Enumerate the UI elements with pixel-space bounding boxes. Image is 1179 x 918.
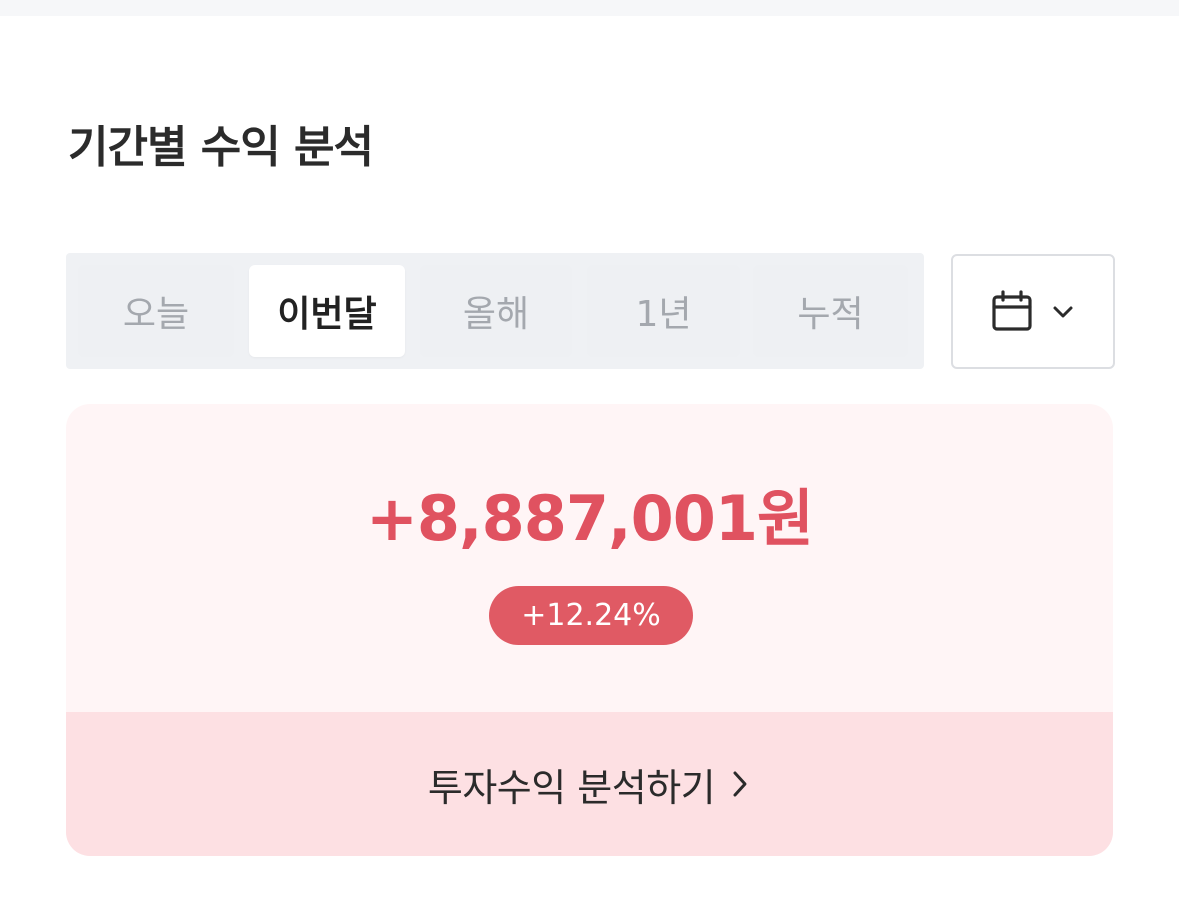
profit-summary-card: +8,887,001원 +12.24% 투자수익 분석하기 [66,404,1113,856]
date-range-button[interactable] [951,254,1115,369]
tab-this-year[interactable]: 올해 [420,265,572,357]
page: 기간별 수익 분석 오늘 이번달 올해 1년 누적 +8,887,001원 +1… [0,0,1179,918]
section-title: 기간별 수익 분석 [68,122,374,173]
tab-one-year[interactable]: 1년 [587,265,740,357]
tab-cumulative[interactable]: 누적 [753,265,908,357]
top-divider [0,0,1179,16]
period-tab-bar: 오늘 이번달 올해 1년 누적 [66,253,924,369]
tab-today[interactable]: 오늘 [78,265,234,357]
profit-amount: +8,887,001원 [365,482,814,555]
profit-rate-badge: +12.24% [489,586,693,645]
chevron-down-icon [1050,299,1076,325]
chevron-right-icon [729,767,751,801]
calendar-icon [990,289,1034,334]
analysis-link-label: 투자수익 분석하기 [427,765,716,810]
investment-analysis-link[interactable]: 투자수익 분석하기 [66,712,1113,856]
tab-this-month[interactable]: 이번달 [249,265,405,357]
